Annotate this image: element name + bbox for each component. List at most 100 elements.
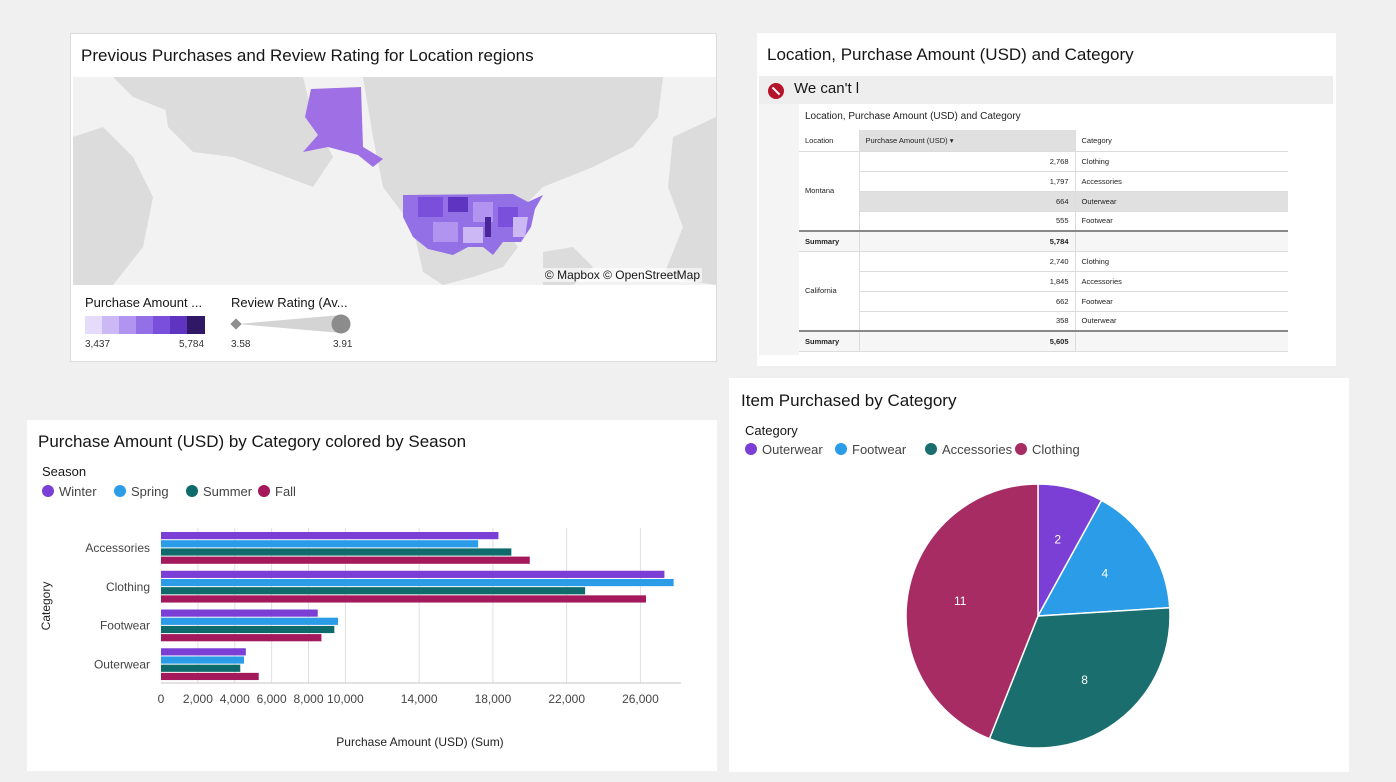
crosstab-title: Location, Purchase Amount (USD) and Cate… (805, 111, 1021, 122)
category-cell[interactable]: Accessories (1075, 271, 1288, 292)
y-tick-label: Outerwear (94, 657, 150, 671)
map-panel[interactable]: Previous Purchases and Review Rating for… (70, 33, 717, 362)
category-cell[interactable]: Outerwear (1075, 311, 1288, 332)
location-cell[interactable]: California (799, 251, 860, 332)
warning-text: We can't l (794, 80, 860, 97)
bar-summer-outerwear[interactable] (161, 664, 241, 672)
column-header-category[interactable]: Category (1075, 130, 1288, 152)
table-row: 664 Outerwear (799, 191, 1288, 212)
bar-winter-outerwear[interactable] (161, 648, 246, 656)
summary-label: Summary (799, 230, 860, 252)
pie-slice-label: 11 (954, 594, 967, 608)
category-cell[interactable]: Footwear (1075, 211, 1288, 232)
y-tick-label: Clothing (106, 580, 150, 594)
size-legend-title: Review Rating (Av... (231, 295, 348, 310)
pie-slice-label: 2 (1054, 532, 1061, 546)
table-row: Montana 2,768 Clothing (799, 151, 1288, 232)
x-axis-title: Purchase Amount (USD) (Sum) (336, 735, 503, 749)
summary-label: Summary (799, 330, 860, 352)
x-tick-label: 26,000 (622, 692, 659, 706)
map-svg (73, 77, 716, 285)
legend-swatch (153, 316, 170, 334)
bar-winter-accessories[interactable] (161, 532, 499, 540)
summary-value: 5,605 (859, 330, 1076, 352)
bar-summer-footwear[interactable] (161, 625, 335, 634)
x-tick-label: 0 (158, 692, 165, 706)
color-legend-title: Purchase Amount ... (85, 295, 203, 310)
y-tick-label: Accessories (85, 541, 150, 555)
error-icon (768, 83, 784, 99)
crosstab-table[interactable]: Location Purchase Amount (USD) ▾ Categor… (799, 130, 1288, 352)
category-cell[interactable]: Footwear (1075, 291, 1288, 312)
pie-slice-label: 8 (1081, 673, 1088, 687)
amount-cell[interactable]: 662 (859, 291, 1076, 312)
location-cell[interactable]: Montana (799, 151, 860, 232)
bar-chart-panel[interactable]: Purchase Amount (USD) by Category colore… (27, 420, 717, 771)
table-row: 358 Outerwear (799, 311, 1288, 332)
pie-slice-label: 4 (1102, 567, 1109, 581)
x-tick-label: 8,000 (294, 692, 324, 706)
bar-spring-outerwear[interactable] (161, 656, 244, 664)
color-legend-max: 5,784 (179, 339, 205, 350)
crosstab-view[interactable]: Location, Purchase Amount (USD) and Cate… (759, 104, 1333, 355)
amount-cell[interactable]: 2,740 (859, 251, 1076, 272)
table-row: California 2,740 Clothing (799, 251, 1288, 332)
y-axis-title: Category (39, 582, 53, 631)
summary-value: 5,784 (859, 230, 1076, 252)
amount-cell[interactable]: 555 (859, 211, 1076, 232)
pie-chart-panel[interactable]: Item Purchased by Category Category Oute… (729, 378, 1349, 772)
legend-swatch (136, 316, 153, 334)
bar-spring-accessories[interactable] (161, 540, 479, 548)
amount-cell[interactable]: 1,845 (859, 271, 1076, 292)
legend-swatch (187, 316, 205, 334)
map-attribution[interactable]: © Mapbox © OpenStreetMap (542, 268, 702, 282)
table-row: 1,797 Accessories (799, 171, 1288, 192)
amount-cell[interactable]: 358 (859, 311, 1076, 332)
category-cell[interactable]: Accessories (1075, 171, 1288, 192)
bar-fall-footwear[interactable] (161, 634, 322, 642)
table-row: 1,845 Accessories (799, 271, 1288, 292)
map-panel-title: Previous Purchases and Review Rating for… (81, 46, 534, 65)
column-header-location[interactable]: Location (799, 130, 860, 152)
legend-swatch (85, 316, 102, 334)
x-tick-label: 2,000 (183, 692, 213, 706)
table-row: 662 Footwear (799, 291, 1288, 312)
color-legend-min: 3,437 (85, 339, 111, 350)
crosstab-panel-title: Location, Purchase Amount (USD) and Cate… (767, 45, 1134, 64)
size-legend-shape (230, 314, 351, 334)
x-tick-label: 10,000 (327, 692, 364, 706)
map-view[interactable]: © Mapbox © OpenStreetMap (73, 77, 716, 285)
bar-fall-accessories[interactable] (161, 556, 530, 564)
table-row: 555 Footwear (799, 211, 1288, 232)
category-cell[interactable]: Outerwear (1075, 191, 1288, 212)
summary-row: Summary 5,784 (799, 230, 1288, 252)
category-cell[interactable]: Clothing (1075, 251, 1288, 272)
pie-chart-svg[interactable]: 2 4 8 11 (729, 378, 1349, 772)
legend-swatch (119, 316, 136, 334)
bar-winter-footwear[interactable] (161, 609, 318, 617)
x-tick-label: 14,000 (401, 692, 438, 706)
amount-cell[interactable]: 664 (859, 191, 1076, 212)
bar-spring-footwear[interactable] (161, 617, 339, 625)
warning-bar: We can't l (759, 76, 1333, 104)
size-legend-min: 3.58 (231, 339, 251, 350)
legend-swatch (102, 316, 119, 334)
x-tick-label: 22,000 (548, 692, 585, 706)
crosstab-panel[interactable]: Location, Purchase Amount (USD) and Cate… (757, 33, 1336, 366)
amount-cell[interactable]: 1,797 (859, 171, 1076, 192)
bar-summer-clothing[interactable] (161, 587, 586, 595)
legend-swatch (170, 316, 187, 334)
bar-chart-svg[interactable]: 0 2,000 4,000 6,000 8,000 10,000 14,000 18,000 2… (27, 420, 717, 771)
category-cell[interactable]: Clothing (1075, 151, 1288, 172)
column-header-amount[interactable]: Purchase Amount (USD) ▾ (859, 130, 1076, 152)
x-tick-label: 4,000 (220, 692, 250, 706)
x-tick-label: 18,000 (475, 692, 512, 706)
bar-winter-clothing[interactable] (161, 570, 665, 578)
bar-spring-clothing[interactable] (161, 578, 674, 587)
y-tick-label: Footwear (100, 619, 150, 633)
bar-fall-outerwear[interactable] (161, 672, 259, 681)
amount-cell[interactable]: 2,768 (859, 151, 1076, 172)
bar-summer-accessories[interactable] (161, 548, 512, 556)
bar-fall-clothing[interactable] (161, 595, 646, 603)
size-legend-max: 3.91 (333, 339, 353, 350)
